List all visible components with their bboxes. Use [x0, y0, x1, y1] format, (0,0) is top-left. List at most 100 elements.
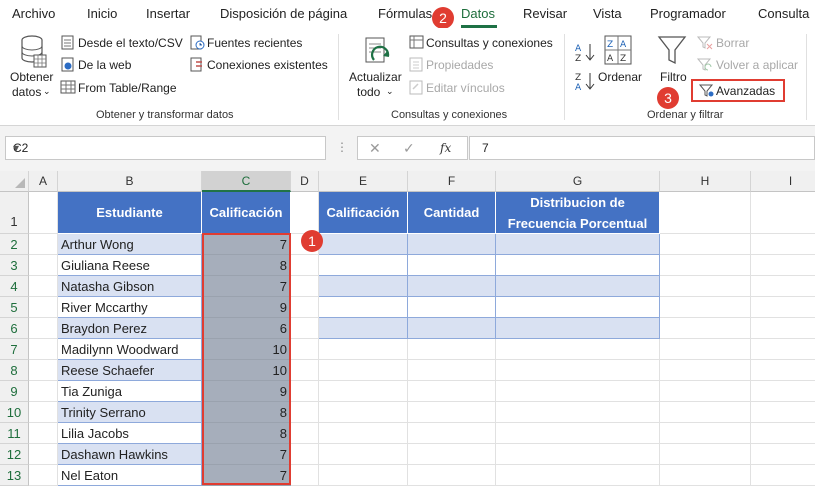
- student-name-cell[interactable]: Braydon Perez: [58, 318, 202, 339]
- student-name-cell[interactable]: Madilynn Woodward: [58, 339, 202, 360]
- cell-a13[interactable]: [29, 465, 58, 486]
- cell-e10[interactable]: [319, 402, 408, 423]
- cell-i9[interactable]: [751, 381, 815, 402]
- cell-f12[interactable]: [408, 444, 496, 465]
- cell-h3[interactable]: [660, 255, 751, 276]
- cell-d7[interactable]: [291, 339, 319, 360]
- cell-i4[interactable]: [751, 276, 815, 297]
- cell-g12[interactable]: [496, 444, 660, 465]
- column-header-i[interactable]: I: [751, 171, 815, 192]
- row-header-6[interactable]: 6: [0, 318, 29, 339]
- cell-a4[interactable]: [29, 276, 58, 297]
- cell-g9[interactable]: [496, 381, 660, 402]
- cell-a2[interactable]: [29, 234, 58, 255]
- cell-d5[interactable]: [291, 297, 319, 318]
- cell-d11[interactable]: [291, 423, 319, 444]
- row-header-9[interactable]: 9: [0, 381, 29, 402]
- column-header-c[interactable]: C: [202, 171, 291, 192]
- cell-g7[interactable]: [496, 339, 660, 360]
- cell-i6[interactable]: [751, 318, 815, 339]
- column-header-a[interactable]: A: [29, 171, 58, 192]
- row-header-1[interactable]: 1: [0, 192, 29, 234]
- formula-input[interactable]: 7: [469, 136, 815, 160]
- row-header-12[interactable]: 12: [0, 444, 29, 465]
- cell-h6[interactable]: [660, 318, 751, 339]
- cell-e11[interactable]: [319, 423, 408, 444]
- table1-header-grade[interactable]: Calificación: [202, 192, 291, 234]
- table1-header-student[interactable]: Estudiante: [58, 192, 202, 234]
- resize-handle-icon[interactable]: ⋮: [336, 140, 348, 154]
- cell-d8[interactable]: [291, 360, 319, 381]
- table2-cell[interactable]: [496, 297, 660, 318]
- cell-d4[interactable]: [291, 276, 319, 297]
- select-all-corner[interactable]: [0, 171, 29, 192]
- column-header-e[interactable]: E: [319, 171, 408, 192]
- tab-insertar[interactable]: Insertar: [146, 6, 190, 21]
- table2-cell[interactable]: [408, 276, 496, 297]
- tab-vista[interactable]: Vista: [593, 6, 622, 21]
- cell-e9[interactable]: [319, 381, 408, 402]
- cell-h11[interactable]: [660, 423, 751, 444]
- table2-cell[interactable]: [319, 255, 408, 276]
- cell-h1[interactable]: [660, 192, 751, 234]
- student-name-cell[interactable]: Reese Schaefer: [58, 360, 202, 381]
- column-header-b[interactable]: B: [58, 171, 202, 192]
- cell-a12[interactable]: [29, 444, 58, 465]
- table2-cell[interactable]: [408, 297, 496, 318]
- cell-d10[interactable]: [291, 402, 319, 423]
- cell-f11[interactable]: [408, 423, 496, 444]
- insert-function-icon[interactable]: fx: [440, 141, 451, 155]
- cell-g11[interactable]: [496, 423, 660, 444]
- cell-i12[interactable]: [751, 444, 815, 465]
- tab-datos[interactable]: Datos: [461, 6, 495, 21]
- cell-e12[interactable]: [319, 444, 408, 465]
- cell-h10[interactable]: [660, 402, 751, 423]
- cell-g10[interactable]: [496, 402, 660, 423]
- table2-cell[interactable]: [408, 318, 496, 339]
- cell-e7[interactable]: [319, 339, 408, 360]
- cell-h5[interactable]: [660, 297, 751, 318]
- student-name-cell[interactable]: Giuliana Reese: [58, 255, 202, 276]
- student-name-cell[interactable]: Dashawn Hawkins: [58, 444, 202, 465]
- table2-cell[interactable]: [408, 234, 496, 255]
- table2-cell[interactable]: [319, 318, 408, 339]
- column-header-h[interactable]: H: [660, 171, 751, 192]
- cell-f9[interactable]: [408, 381, 496, 402]
- cell-h8[interactable]: [660, 360, 751, 381]
- cell-e13[interactable]: [319, 465, 408, 486]
- cell-a9[interactable]: [29, 381, 58, 402]
- table2-cell[interactable]: [496, 234, 660, 255]
- row-header-3[interactable]: 3: [0, 255, 29, 276]
- cell-i7[interactable]: [751, 339, 815, 360]
- cell-h12[interactable]: [660, 444, 751, 465]
- cell-i5[interactable]: [751, 297, 815, 318]
- cancel-icon[interactable]: ✕: [369, 140, 381, 157]
- cell-h2[interactable]: [660, 234, 751, 255]
- cell-h7[interactable]: [660, 339, 751, 360]
- confirm-icon[interactable]: ✓: [403, 140, 415, 157]
- cell-f7[interactable]: [408, 339, 496, 360]
- cell-i8[interactable]: [751, 360, 815, 381]
- row-header-8[interactable]: 8: [0, 360, 29, 381]
- student-name-cell[interactable]: River Mccarthy: [58, 297, 202, 318]
- tab-programador[interactable]: Programador: [650, 6, 726, 21]
- name-box[interactable]: C2 ▾: [5, 136, 326, 160]
- student-name-cell[interactable]: Nel Eaton: [58, 465, 202, 486]
- table2-cell[interactable]: [319, 234, 408, 255]
- cell-d9[interactable]: [291, 381, 319, 402]
- cell-a6[interactable]: [29, 318, 58, 339]
- table2-cell[interactable]: [319, 276, 408, 297]
- row-header-13[interactable]: 13: [0, 465, 29, 486]
- cell-d1[interactable]: [291, 192, 319, 234]
- row-header-11[interactable]: 11: [0, 423, 29, 444]
- cell-d3[interactable]: [291, 255, 319, 276]
- table2-header-grade[interactable]: Calificación: [319, 192, 408, 234]
- cell-i13[interactable]: [751, 465, 815, 486]
- cell-d12[interactable]: [291, 444, 319, 465]
- column-header-g[interactable]: G: [496, 171, 660, 192]
- cell-a1[interactable]: [29, 192, 58, 234]
- cell-a10[interactable]: [29, 402, 58, 423]
- tab-formulas[interactable]: Fórmulas: [378, 6, 432, 21]
- student-name-cell[interactable]: Lilia Jacobs: [58, 423, 202, 444]
- cell-a11[interactable]: [29, 423, 58, 444]
